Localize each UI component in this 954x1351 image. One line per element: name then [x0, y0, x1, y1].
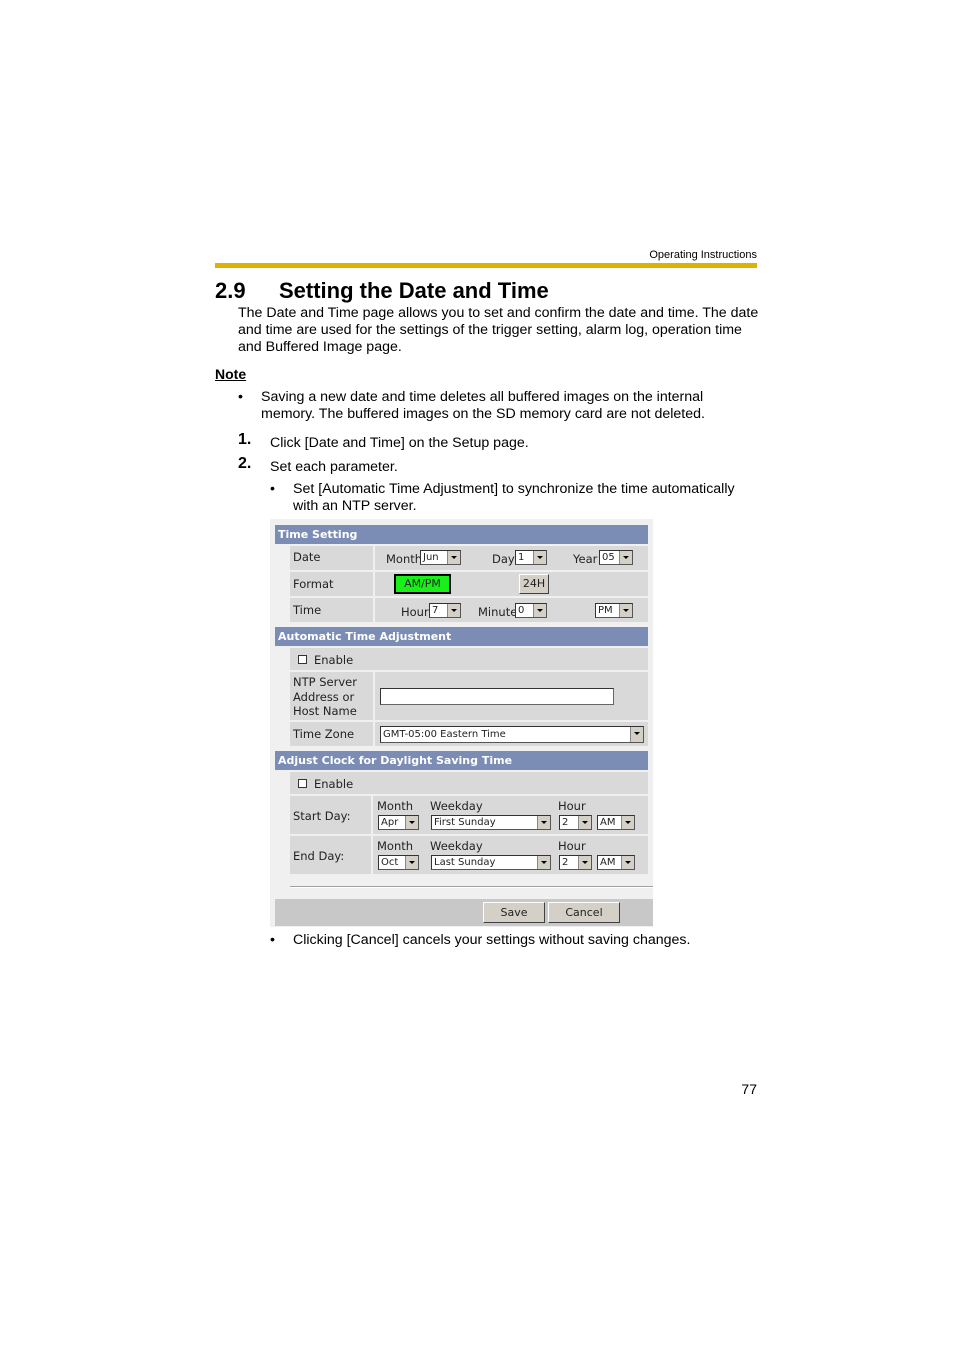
section-number: 2.9: [215, 278, 246, 303]
section-title: 2.9 Setting the Date and Time: [215, 278, 549, 304]
chevron-down-icon: [537, 816, 550, 829]
end-hour-select[interactable]: 2: [559, 855, 592, 870]
start-weekday-header: Weekday: [430, 799, 483, 813]
chevron-down-icon: [533, 604, 546, 617]
minute-select[interactable]: 0: [515, 603, 547, 618]
chevron-down-icon: [619, 551, 632, 564]
start-hour-header: Hour: [558, 799, 586, 813]
chevron-down-icon: [447, 551, 460, 564]
step-number: 1.: [238, 431, 252, 448]
chevron-down-icon: [537, 856, 550, 869]
step-2: 2. Set each parameter.: [238, 455, 750, 476]
chevron-down-icon: [405, 816, 418, 829]
bullet-icon: •: [270, 481, 275, 497]
step-number: 2.: [238, 455, 252, 472]
hour-select[interactable]: 7: [429, 603, 461, 618]
end-month-header: Month: [377, 839, 414, 853]
day-select[interactable]: 1: [515, 550, 547, 565]
end-weekday-header: Weekday: [430, 839, 483, 853]
save-button[interactable]: Save: [483, 902, 545, 923]
section-title-text: Setting the Date and Time: [279, 278, 549, 303]
step2-bullet: • Set [Automatic Time Adjustment] to syn…: [270, 481, 758, 515]
bullet-icon: •: [238, 389, 243, 405]
date-time-settings-screenshot: Time Setting Date Month Jun Day 1 Year 0…: [270, 519, 653, 927]
auto-adjust-header: Automatic Time Adjustment: [275, 627, 648, 646]
time-zone-select[interactable]: GMT-05:00 Eastern Time: [380, 726, 644, 743]
ampm-select[interactable]: PM: [595, 603, 633, 618]
hour-label: Hour: [401, 605, 429, 619]
month-label: Month: [386, 552, 423, 566]
note-heading: Note: [215, 366, 247, 382]
start-day-label: Start Day:: [293, 809, 351, 823]
header-rule: [215, 263, 757, 268]
time-zone-label: Time Zone: [293, 727, 355, 741]
start-hour-select[interactable]: 2: [559, 815, 592, 830]
step-1: 1. Click [Date and Time] on the Setup pa…: [238, 431, 750, 452]
cancel-note-text: Clicking [Cancel] cancels your settings …: [293, 932, 691, 948]
chevron-down-icon: [619, 604, 632, 617]
year-select[interactable]: 05: [599, 550, 633, 565]
dst-header: Adjust Clock for Daylight Saving Time: [275, 751, 648, 770]
month-select[interactable]: Jun: [420, 550, 461, 565]
chevron-down-icon: [621, 856, 634, 869]
chevron-down-icon: [447, 604, 460, 617]
ampm-format-button[interactable]: AM/PM: [394, 574, 451, 594]
step-text: Click [Date and Time] on the Setup page.: [270, 435, 529, 451]
note-bullet-text: Saving a new date and time deletes all b…: [261, 389, 705, 422]
chevron-down-icon: [533, 551, 546, 564]
time-setting-header: Time Setting: [275, 525, 648, 544]
cancel-button[interactable]: Cancel: [548, 902, 620, 923]
start-period-select[interactable]: AM: [597, 815, 635, 830]
bullet-icon: •: [270, 932, 275, 948]
ntp-server-input[interactable]: [380, 688, 614, 705]
intro-paragraph: The Date and Time page allows you to set…: [238, 305, 759, 355]
start-month-header: Month: [377, 799, 414, 813]
end-hour-header: Hour: [558, 839, 586, 853]
dst-enable-checkbox[interactable]: [298, 779, 307, 788]
step-text: Set each parameter.: [270, 459, 398, 475]
day-label: Day: [492, 552, 515, 566]
time-label: Time: [293, 603, 322, 617]
year-label: Year: [573, 552, 598, 566]
page-number: 77: [741, 1081, 757, 1097]
chevron-down-icon: [621, 816, 634, 829]
start-weekday-select[interactable]: First Sunday: [431, 815, 551, 830]
date-label: Date: [293, 550, 321, 564]
auto-enable-label: Enable: [314, 653, 354, 667]
chevron-down-icon: [405, 856, 418, 869]
cancel-note-bullet: • Clicking [Cancel] cancels your setting…: [270, 932, 758, 949]
format-label: Format: [293, 577, 334, 591]
chevron-down-icon: [578, 816, 591, 829]
chevron-down-icon: [578, 856, 591, 869]
running-head: Operating Instructions: [649, 249, 757, 261]
ntp-label: NTP Server Address or Host Name: [293, 675, 357, 718]
divider: [290, 886, 653, 888]
end-day-label: End Day:: [293, 849, 345, 863]
end-period-select[interactable]: AM: [597, 855, 635, 870]
minute-label: Minute: [478, 605, 518, 619]
24h-format-button[interactable]: 24H: [519, 574, 549, 594]
start-month-select[interactable]: Apr: [378, 815, 419, 830]
note-bullet: • Saving a new date and time deletes all…: [238, 389, 761, 423]
step2-bullet-text: Set [Automatic Time Adjustment] to synch…: [293, 481, 735, 514]
auto-enable-checkbox[interactable]: [298, 655, 307, 664]
dst-enable-label: Enable: [314, 777, 354, 791]
end-month-select[interactable]: Oct: [378, 855, 419, 870]
chevron-down-icon: [630, 727, 643, 742]
end-weekday-select[interactable]: Last Sunday: [431, 855, 551, 870]
